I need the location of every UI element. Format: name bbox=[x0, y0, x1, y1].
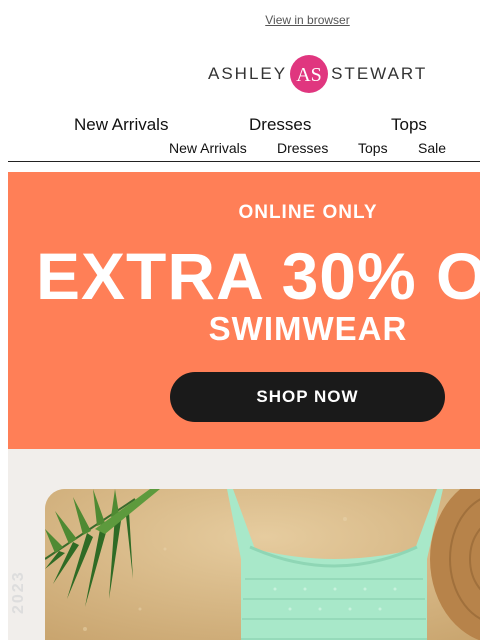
nav-item-tops[interactable]: Tops bbox=[391, 115, 427, 135]
secondary-nav: New Arrivals Dresses Tops Sale bbox=[0, 140, 480, 158]
logo-monogram-icon: AS bbox=[290, 55, 329, 93]
brand-logo[interactable]: ASHLEY AS STEWART bbox=[208, 52, 427, 96]
promo-banner[interactable]: ONLINE ONLY EXTRA 30% OFF SWIMWEAR SHOP … bbox=[8, 172, 480, 449]
sand-beach-image bbox=[45, 489, 480, 640]
subnav-item-tops[interactable]: Tops bbox=[358, 140, 388, 156]
primary-nav: New Arrivals Dresses Tops bbox=[0, 115, 480, 135]
logo-text-right: STEWART bbox=[331, 64, 428, 83]
svg-text:AS: AS bbox=[296, 64, 322, 86]
banner-subline: SWIMWEAR bbox=[208, 310, 408, 347]
nav-item-new-arrivals[interactable]: New Arrivals bbox=[74, 115, 168, 135]
subnav-item-new-arrivals[interactable]: New Arrivals bbox=[169, 140, 247, 156]
subnav-item-sale[interactable]: Sale bbox=[418, 140, 446, 156]
subnav-item-dresses[interactable]: Dresses bbox=[277, 140, 328, 156]
banner-headline: EXTRA 30% OFF bbox=[36, 239, 480, 313]
banner-online-only: ONLINE ONLY bbox=[238, 202, 378, 223]
product-image-section: 2023 bbox=[8, 449, 480, 640]
nav-divider bbox=[8, 161, 480, 162]
nav-item-dresses[interactable]: Dresses bbox=[249, 115, 311, 135]
logo-text-left: ASHLEY bbox=[208, 64, 288, 83]
side-year-text: 2023 bbox=[10, 570, 27, 614]
view-in-browser-link[interactable]: View in browser bbox=[0, 13, 480, 27]
shop-now-button[interactable]: SHOP NOW bbox=[170, 372, 445, 422]
swimwear-photo[interactable] bbox=[45, 489, 480, 640]
